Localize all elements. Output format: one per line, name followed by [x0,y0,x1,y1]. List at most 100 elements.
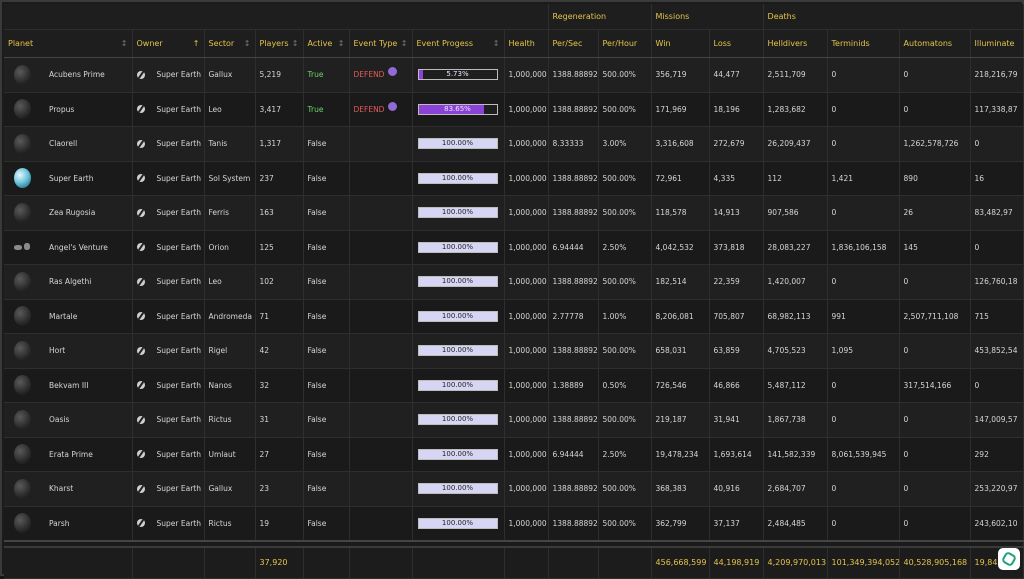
table-row[interactable]: Kharst Super Earth Gallux 23 False 100.00% 1,0… [4,471,1024,507]
planet-name: Claorell [49,139,78,149]
column-header-per-sec[interactable]: Per/Sec [548,29,599,58]
health-cell: 1,000,000 [504,368,549,403]
event-progress-bar: 100.00% [417,207,498,219]
active-cell: False [303,437,350,472]
column-header-illuminate[interactable]: Illuminate [970,29,1024,58]
illuminate-cell: 243,602,10 [970,506,1024,541]
win-cell: 8,206,081 [651,299,710,334]
owner-cell: Super Earth [132,161,205,196]
table-row[interactable]: Oasis Super Earth Rictus 31 False 100.00% 1,00… [4,402,1024,438]
event-progress-cell: 100.00% [412,299,505,334]
column-header-terminids[interactable]: Terminids [827,29,900,58]
column-header-loss[interactable]: Loss [709,29,764,58]
table-row[interactable]: Super Earth Super Earth Sol System 237 False… [4,161,1024,196]
loss-cell: 272,679 [709,126,764,162]
sort-icon[interactable]: ↕ [292,39,299,48]
column-header-helldivers[interactable]: Helldivers [763,29,828,58]
group-header-empty [4,4,549,30]
table-row[interactable]: Martale Super Earth Andromeda 71 False 100.00… [4,299,1024,334]
automatons-cell: 145 [899,230,971,265]
column-header-planet[interactable]: Planet ↕ [4,29,133,58]
players-cell: 237 [255,161,304,196]
sort-icon[interactable]: ↕ [493,39,500,48]
group-header-deaths: Deaths [763,4,1024,30]
event-type-cell [349,506,413,541]
planet-icon [14,271,31,292]
column-header-event-progess[interactable]: Event Progess ↕ [412,29,505,58]
event-type-cell [349,161,413,196]
event-type-cell [349,402,413,438]
per-sec-cell: 1388.88892 [548,57,599,93]
column-header-health[interactable]: Health [504,29,549,58]
players-cell: 19 [255,506,304,541]
column-header-label: Per/Hour [602,39,638,48]
planet-cell: Oasis [4,402,133,438]
sort-icon[interactable]: ↕ [338,39,345,48]
players-cell: 1,317 [255,126,304,162]
defend-icon [388,67,398,77]
event-progress-cell: 100.00% [412,437,505,472]
per-sec-cell: 1388.88892 [548,402,599,438]
group-header-missions: Missions [651,4,764,30]
sector-cell: Leo [204,92,256,127]
sort-icon[interactable]: ↕ [121,39,128,48]
health-cell: 1,000,000 [504,230,549,265]
illuminate-cell: 147,009,57 [970,402,1024,438]
automatons-cell: 0 [899,471,971,507]
table-row[interactable]: Ras Algethi Super Earth Leo 102 False 100.00%… [4,264,1024,300]
table-row[interactable]: Propus Super Earth Leo 3,417 True DEFEND 83.65… [4,92,1024,127]
win-cell: 4,042,532 [651,230,710,265]
per-sec-cell: 1388.88892 [548,264,599,300]
event-progress-cell: 100.00% [412,368,505,403]
table-row[interactable]: Parsh Super Earth Rictus 19 False 100.00% 1,00… [4,506,1024,541]
players-cell: 163 [255,195,304,231]
column-header-sector[interactable]: Sector ↕ [204,29,256,58]
sector-cell: Rictus [204,402,256,438]
planet-cell: Super Earth [4,161,133,196]
table-row[interactable]: Bekvam III Super Earth Nanos 32 False 100.00%… [4,368,1024,403]
helldivers-cell: 1,283,682 [763,92,828,127]
players-cell: 23 [255,471,304,507]
column-header-per-hour[interactable]: Per/Hour [598,29,652,58]
sort-icon[interactable]: ↕ [244,39,251,48]
illuminate-cell: 715 [970,299,1024,334]
column-header-players[interactable]: Players ↕ [255,29,304,58]
column-header-event-type[interactable]: Event Type ↕ [349,29,413,58]
planet-cell: Martale [4,299,133,334]
table-row[interactable]: Zea Rugosia Super Earth Ferris 163 False 100.… [4,195,1024,231]
sector-cell: Leo [204,264,256,300]
owner-cell: Super Earth [132,437,205,472]
table-row[interactable]: Erata Prime Super Earth Umlaut 27 False 100.0… [4,437,1024,472]
per-hour-cell: 500.00% [598,506,652,541]
planets-table: Regeneration Missions Deaths Planet ↕ Owne… [4,4,1024,579]
active-cell: False [303,368,350,403]
automatons-cell: 0 [899,333,971,369]
automatons-cell: 0 [899,402,971,438]
column-header-automatons[interactable]: Automatons [899,29,971,58]
health-cell: 1,000,000 [504,402,549,438]
event-progress-text: 83.65% [444,104,471,113]
terminids-cell: 0 [827,57,900,93]
owner-name: Super Earth [156,346,201,356]
event-progress-bar: 83.65% [417,103,498,115]
table-row[interactable]: Acubens Prime Super Earth Gallux 5,219 True D… [4,57,1024,93]
planet-icon [14,340,31,361]
column-header-owner[interactable]: Owner ↑ [132,29,205,58]
table-row[interactable]: Hort Super Earth Rigel 42 False 100.00% 1,000,… [4,333,1024,369]
active-cell: False [303,402,350,438]
sort-icon[interactable]: ↕ [401,39,408,48]
table-row[interactable]: Claorell Super Earth Tanis 1,317 False 100.00… [4,126,1024,162]
planet-icon [14,478,31,499]
event-progress-text: 100.00% [441,484,474,493]
helldivers-cell: 907,586 [763,195,828,231]
per-hour-cell: 2.50% [598,230,652,265]
column-header-win[interactable]: Win [651,29,710,58]
players-cell: 71 [255,299,304,334]
owner-name: Super Earth [156,415,201,425]
table-row[interactable]: Angel's Venture Super Earth Orion 125 False 1… [4,230,1024,265]
per-hour-cell: 500.00% [598,333,652,369]
sort-ascending-icon[interactable]: ↑ [193,39,200,48]
sector-cell: Gallux [204,471,256,507]
total-automatons: 40,528,905,168 [899,545,971,579]
column-header-active[interactable]: Active ↕ [303,29,350,58]
